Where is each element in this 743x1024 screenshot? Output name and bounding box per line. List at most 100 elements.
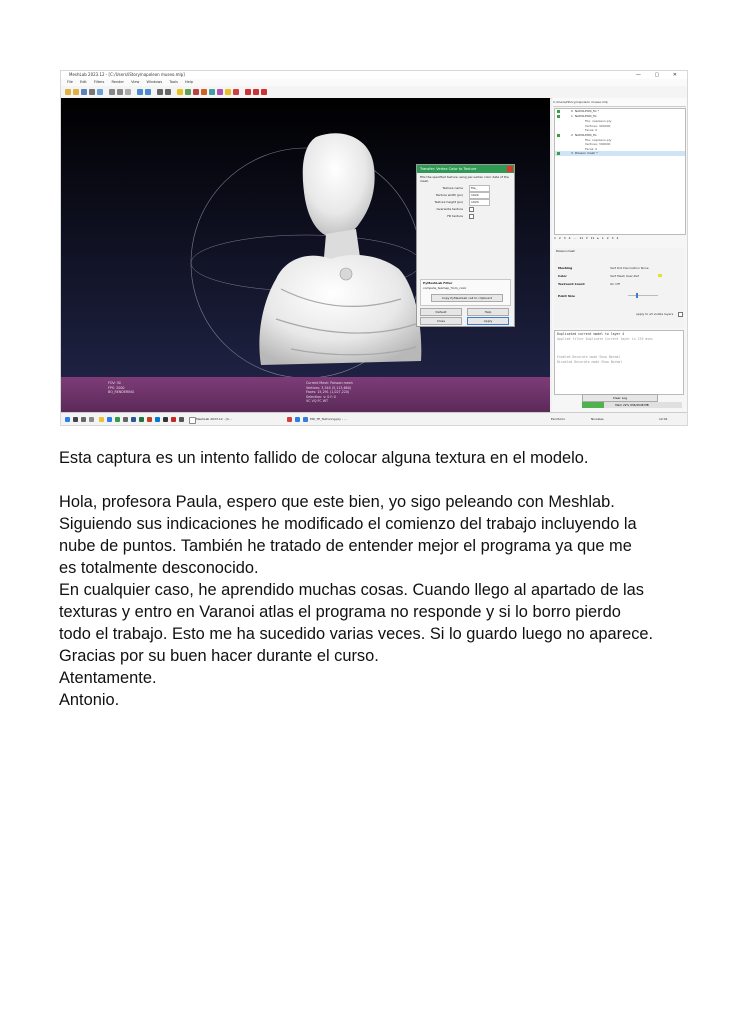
close-tool-icon[interactable]: [245, 89, 251, 95]
folder-icon[interactable]: [73, 89, 79, 95]
texture-width-input[interactable]: 1024: [469, 192, 490, 199]
delete-icon[interactable]: [233, 89, 239, 95]
align-icon[interactable]: [193, 89, 199, 95]
menu-view[interactable]: View: [131, 80, 139, 84]
overwrite-checkbox[interactable]: [469, 207, 474, 212]
body-line: nube de puntos. También he tratado de en…: [59, 537, 632, 555]
layer-id: 2: [571, 132, 573, 137]
menu-render[interactable]: Render: [112, 80, 124, 84]
default-button[interactable]: Default: [420, 308, 462, 316]
eye-icon[interactable]: [557, 133, 560, 137]
3d-viewport[interactable]: Transfer: Vertex Color to Texture Fills …: [61, 98, 550, 377]
color-options[interactable]: Vert Mesh User-Def: [610, 274, 639, 278]
overwrite-label: Overwrite texture: [436, 207, 463, 211]
measure-icon[interactable]: [177, 89, 183, 95]
napoleon-bust-model: [259, 133, 422, 365]
brush-icon[interactable]: [201, 89, 207, 95]
acrobat-icon[interactable]: [171, 417, 176, 422]
layer-navigation[interactable]: 1 2 3 4 … 11 ▾ 11 ▸ 1 2 3 4: [554, 235, 684, 241]
menu-filters[interactable]: Filters: [94, 80, 105, 84]
log-line: Disabled Decorate mode Show Normal: [557, 360, 623, 364]
select-icon[interactable]: [157, 89, 163, 95]
slider-handle[interactable]: [636, 293, 638, 298]
menu-edit[interactable]: Edit: [80, 80, 87, 84]
layer-item[interactable]: 1 NAPOLEON_fix: [555, 114, 685, 119]
fill-checkbox[interactable]: [469, 214, 474, 219]
point-size-slider[interactable]: [628, 295, 658, 296]
whatsapp-icon[interactable]: [115, 417, 120, 422]
outlook-icon[interactable]: [155, 417, 160, 422]
points-icon[interactable]: [109, 89, 115, 95]
screenshot-caption: Esta captura es un intento fallido de co…: [59, 449, 589, 467]
menu-tools[interactable]: Tools: [169, 80, 178, 84]
eye-icon[interactable]: [557, 152, 560, 155]
point-size-label: Point Size: [558, 294, 575, 298]
layer-item-selected[interactable]: 3 Poisson mesh *: [555, 151, 685, 156]
viewport-info-left: FOV: 30 FPS: 2000 BO_RENDERING: [108, 381, 134, 395]
texture-name-input[interactable]: file_: [469, 185, 490, 192]
texcoord-options[interactable]: On Off: [610, 282, 620, 286]
powerpoint-icon[interactable]: [147, 417, 152, 422]
excel-icon[interactable]: [139, 417, 144, 422]
memory-text: Mem 22% 636/2048 MB: [615, 403, 649, 407]
info-icon[interactable]: [225, 89, 231, 95]
help-button[interactable]: Help: [467, 308, 509, 316]
lighting-icon[interactable]: [137, 89, 143, 95]
save-icon[interactable]: [81, 89, 87, 95]
task-view-icon[interactable]: [81, 417, 86, 422]
eye-icon[interactable]: [557, 115, 560, 118]
texture-icon[interactable]: [145, 89, 151, 95]
app-icon[interactable]: [163, 417, 168, 422]
move-icon[interactable]: [165, 89, 171, 95]
layer-item[interactable]: 2 NAPOLEON_fix: [555, 133, 685, 138]
layer-id: 1: [571, 114, 573, 118]
smooth-icon[interactable]: [125, 89, 131, 95]
raster-icon[interactable]: [217, 89, 223, 95]
texture-height-input[interactable]: 1024: [469, 199, 490, 206]
body-line: todo el trabajo. Esto me ha sucedido var…: [59, 625, 654, 643]
close-icon[interactable]: [507, 166, 513, 172]
taskbar-meshlab[interactable]: MeshLab 2023.12 - [C...: [196, 417, 232, 422]
app-icon[interactable]: [295, 417, 300, 422]
taskbar-document[interactable]: MD_TE_Texturing.ply - ...: [310, 417, 347, 422]
edge-icon[interactable]: [107, 417, 112, 422]
project-label: Poisson mesh: [556, 249, 576, 253]
memory-fill: [582, 402, 604, 408]
meshing-options[interactable]: Vert Dot Decoration None: [610, 266, 649, 270]
meshlab-taskbar-icon[interactable]: [189, 417, 196, 424]
menu-windows[interactable]: Windows: [147, 80, 163, 84]
store-icon[interactable]: [123, 417, 128, 422]
copy-call-button[interactable]: Copy PyMeshLab call to clipboard: [431, 294, 503, 302]
app-icon[interactable]: [179, 417, 184, 422]
word-icon[interactable]: [131, 417, 136, 422]
remove-icon[interactable]: [261, 89, 267, 95]
menu-help[interactable]: Help: [185, 80, 193, 84]
apply-all-label: apply to all visible layers: [636, 312, 674, 316]
menu-file[interactable]: File: [67, 80, 73, 84]
snapshot-icon[interactable]: [97, 89, 103, 95]
windows-start-icon[interactable]: [65, 417, 70, 422]
file-explorer-icon[interactable]: [99, 417, 104, 422]
network-label[interactable]: Nivcales: [591, 417, 604, 422]
wireframe-icon[interactable]: [117, 89, 123, 95]
eye-icon[interactable]: [557, 110, 560, 113]
search-icon[interactable]: [73, 417, 78, 422]
edit-icon[interactable]: [209, 89, 215, 95]
close-button[interactable]: Close: [420, 317, 462, 325]
app-icon[interactable]: [287, 417, 292, 422]
paint-icon[interactable]: [185, 89, 191, 95]
desktop-label[interactable]: Escritorio: [551, 417, 565, 422]
layer-id: 3: [571, 151, 573, 155]
chrome-icon[interactable]: [303, 417, 308, 422]
open-icon[interactable]: [65, 89, 71, 95]
reload-icon[interactable]: [89, 89, 95, 95]
apply-all-checkbox[interactable]: [678, 312, 683, 317]
clock-text[interactable]: 12:01: [659, 417, 668, 422]
clear-log-button[interactable]: Clear Log: [582, 394, 658, 402]
cut-icon[interactable]: [253, 89, 259, 95]
texture-name-label: Texture name: [442, 186, 463, 190]
window-controls[interactable]: — ▢ ✕: [636, 71, 683, 79]
apply-button[interactable]: Apply: [467, 317, 509, 325]
widgets-icon[interactable]: [89, 417, 94, 422]
color-swatch[interactable]: [658, 274, 662, 277]
